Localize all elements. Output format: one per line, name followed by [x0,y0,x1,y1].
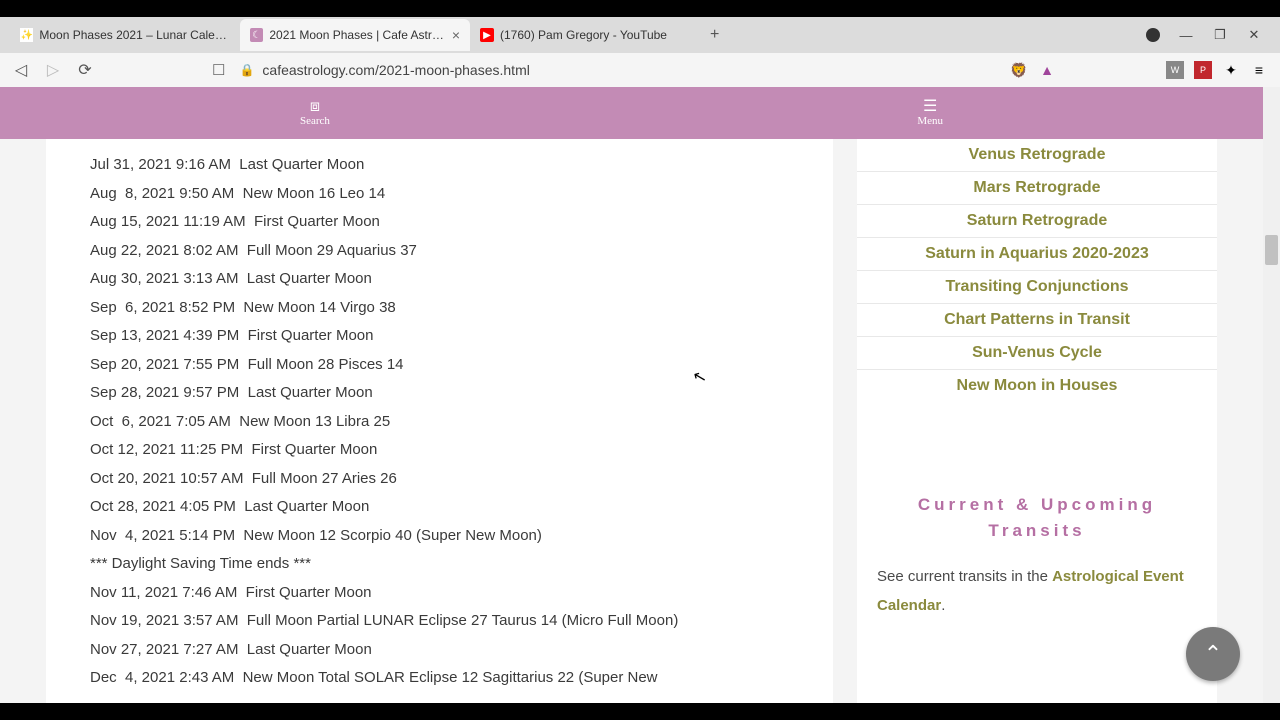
url-area[interactable]: 🔒 cafeastrology.com/2021-moon-phases.htm… [239,62,996,78]
back-button[interactable]: ◁ [12,60,30,80]
new-tab-button[interactable]: + [700,26,729,44]
scrollbar-track[interactable] [1263,87,1280,703]
tab-title: (1760) Pam Gregory - YouTube [500,28,667,42]
moon-phase-row: Oct 6, 2021 7:05 AM New Moon 13 Libra 25 [90,408,789,437]
moon-phase-row: Aug 22, 2021 8:02 AM Full Moon 29 Aquari… [90,237,789,266]
tab-youtube[interactable]: ▶ (1760) Pam Gregory - YouTube [470,19,700,51]
tab-moon-phases-lunar[interactable]: ✨ Moon Phases 2021 – Lunar Calendar [10,19,240,51]
sidebar-link[interactable]: Saturn in Aquarius 2020-2023 [857,238,1217,271]
menu-icon[interactable]: ≡ [1250,61,1268,79]
brave-icon[interactable]: 🦁 [1010,61,1028,79]
site-nav-bar: ⧈ Search ☰ Menu [0,87,1263,139]
maximize-button[interactable]: ❐ [1212,27,1228,43]
reload-button[interactable]: ⟳ [76,60,94,80]
moon-phase-row: Sep 13, 2021 4:39 PM First Quarter Moon [90,322,789,351]
close-icon[interactable]: × [452,27,460,43]
bookmark-icon[interactable]: ☐ [212,61,225,79]
minimize-button[interactable]: — [1178,28,1194,43]
url-text: cafeastrology.com/2021-moon-phases.html [262,62,529,78]
page-viewport: ⧈ Search ☰ Menu Jul 31, 2021 9:16 AM Las… [0,87,1280,703]
sidebar-heading: Current & Upcoming Transits [857,492,1217,563]
moon-phase-row: Dec 4, 2021 2:43 AM New Moon Total SOLAR… [90,664,789,693]
moon-phase-row: Oct 28, 2021 4:05 PM Last Quarter Moon [90,493,789,522]
extension-1-icon[interactable]: W [1166,61,1184,79]
brave-shield-icon[interactable] [1146,28,1160,42]
moon-phase-row: Sep 20, 2021 7:55 PM Full Moon 28 Pisces… [90,351,789,380]
moon-phase-row: Nov 11, 2021 7:46 AM First Quarter Moon [90,579,789,608]
moon-phase-row: Aug 15, 2021 11:19 AM First Quarter Moon [90,208,789,237]
sidebar-link[interactable]: Chart Patterns in Transit [857,304,1217,337]
tab-title: Moon Phases 2021 – Lunar Calendar [39,28,230,42]
browser-chrome: ✨ Moon Phases 2021 – Lunar Calendar ☾ 20… [0,17,1280,87]
pdf-icon[interactable]: P [1194,61,1212,79]
moon-phase-row: Nov 19, 2021 3:57 AM Full Moon Partial L… [90,607,789,636]
search-button[interactable]: ⧈ Search [300,99,330,127]
moon-phase-row: Oct 20, 2021 10:57 AM Full Moon 27 Aries… [90,465,789,494]
sidebar-link[interactable]: Saturn Retrograde [857,205,1217,238]
sidebar-link[interactable]: Sun-Venus Cycle [857,337,1217,370]
lock-icon: 🔒 [239,63,254,77]
moon-phase-row: Nov 4, 2021 5:14 PM New Moon 12 Scorpio … [90,522,789,551]
tab-cafe-astrology[interactable]: ☾ 2021 Moon Phases | Cafe Astrolog × [240,19,470,51]
content-wrap: Jul 31, 2021 9:16 AM Last Quarter Moon A… [0,139,1263,703]
tab-title: 2021 Moon Phases | Cafe Astrolog [269,28,445,42]
moon-phase-row: *** Daylight Saving Time ends *** [90,550,789,579]
hamburger-icon: ☰ [917,99,943,115]
main-content: Jul 31, 2021 9:16 AM Last Quarter Moon A… [46,139,833,703]
favicon-icon: ✨ [20,28,33,42]
brave-rewards-icon[interactable]: ▲ [1038,61,1056,79]
close-window-button[interactable]: ✕ [1246,27,1262,43]
search-icon: ⧈ [300,99,330,115]
tab-bar: ✨ Moon Phases 2021 – Lunar Calendar ☾ 20… [0,17,1280,53]
moon-phase-row: Sep 6, 2021 8:52 PM New Moon 14 Virgo 38 [90,294,789,323]
moon-phase-row: Sep 28, 2021 9:57 PM Last Quarter Moon [90,379,789,408]
sidebar-link[interactable]: New Moon in Houses [857,370,1217,402]
extension-icons: 🦁 ▲ W P ✦ ≡ [1010,61,1268,79]
moon-phase-row: Aug 30, 2021 3:13 AM Last Quarter Moon [90,265,789,294]
back-to-top-button[interactable]: ⌃ [1186,627,1240,681]
moon-phase-row: Oct 12, 2021 11:25 PM First Quarter Moon [90,436,789,465]
sidebar-link[interactable]: Transiting Conjunctions [857,271,1217,304]
extensions-puzzle-icon[interactable]: ✦ [1222,61,1240,79]
moon-phase-row: Aug 8, 2021 9:50 AM New Moon 16 Leo 14 [90,180,789,209]
favicon-icon: ▶ [480,28,494,42]
moon-phase-row: Nov 27, 2021 7:27 AM Last Quarter Moon [90,636,789,665]
sidebar-text: See current transits in the Astrological… [857,563,1217,620]
address-bar: ◁ ▷ ⟳ ☐ 🔒 cafeastrology.com/2021-moon-ph… [0,53,1280,87]
menu-button[interactable]: ☰ Menu [917,99,943,127]
scrollbar-thumb[interactable] [1265,235,1278,265]
forward-button[interactable]: ▷ [44,60,62,80]
sidebar-link[interactable]: Mars Retrograde [857,172,1217,205]
favicon-icon: ☾ [250,28,263,42]
window-controls: — ❐ ✕ [1146,27,1280,43]
sidebar-link[interactable]: Venus Retrograde [857,139,1217,172]
sidebar: Venus Retrograde Mars Retrograde Saturn … [857,139,1217,703]
moon-phase-row: Jul 31, 2021 9:16 AM Last Quarter Moon [90,151,789,180]
